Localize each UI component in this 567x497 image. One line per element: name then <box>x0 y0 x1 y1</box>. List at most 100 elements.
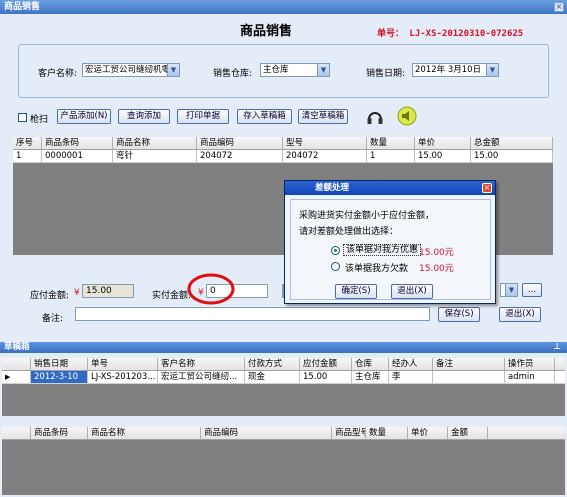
save-button[interactable]: 保存(S) <box>438 307 480 322</box>
date-label: 销售日期: <box>366 69 406 79</box>
col-header: 付款方式 <box>245 358 300 370</box>
row-pointer-icon: ▶ <box>2 371 31 383</box>
scan-label: 枪扫 <box>30 115 49 125</box>
col-header: 商品编码 <box>201 427 332 439</box>
col-header: 单价 <box>408 427 448 439</box>
query-add-button[interactable]: 查询添加 <box>118 109 170 124</box>
debt-option-label[interactable]: 该单据我方欠款 <box>345 261 408 274</box>
clear-draft-button[interactable]: 清空草稿箱 <box>298 109 348 124</box>
cell[interactable]: admin <box>505 371 555 383</box>
cell[interactable] <box>433 371 505 383</box>
cell[interactable]: 1 <box>367 150 415 162</box>
col-header: 数量 <box>367 137 415 149</box>
cell[interactable]: 李 <box>389 371 433 383</box>
headphones-icon[interactable] <box>366 108 384 126</box>
cell[interactable]: 15.00 <box>300 371 352 383</box>
pin-icon[interactable]: ⊥ <box>553 342 561 353</box>
payment-select[interactable]: ▼ <box>500 283 518 297</box>
discount-option-label[interactable]: 该单据对我方优惠 <box>343 244 422 256</box>
cell[interactable]: LJ-XS-201203... <box>88 371 158 383</box>
debt-amount: 15.00元 <box>419 264 454 274</box>
col-header: 仓库 <box>352 358 389 370</box>
warehouse-select[interactable]: 主仓库 ▼ <box>260 63 330 77</box>
date-picker[interactable]: 2012年 3月10日 ▼ <box>412 63 499 77</box>
highlight-circle <box>186 271 236 307</box>
col-header: 金额 <box>448 427 488 439</box>
col-header: 商品条码 <box>31 427 88 439</box>
window-title: 商品销售 <box>4 2 41 12</box>
col-header: 单号 <box>88 358 158 370</box>
discount-amount: 15.00元 <box>419 248 454 258</box>
col-header: 商品条码 <box>42 137 113 149</box>
col-header: 单价 <box>415 137 471 149</box>
warehouse-value: 主仓库 <box>263 65 289 75</box>
detail-table-header: 商品条码 商品名称 商品编码 商品型号 数量 单价 金额 <box>2 427 565 440</box>
currency-icon: ¥ <box>74 288 80 298</box>
table-row[interactable]: 1 0000001 弯针 204072 204072 1 15.00 15.00 <box>13 150 553 163</box>
payable-label: 应付金额: <box>30 291 70 301</box>
remark-label: 备注: <box>42 314 64 324</box>
col-header: 商品编码 <box>197 137 283 149</box>
exit-button[interactable]: 退出(X) <box>499 307 541 322</box>
chevron-down-icon[interactable]: ▼ <box>486 64 498 76</box>
col-header: 操作员 <box>505 358 555 370</box>
cell[interactable]: 现金 <box>245 371 300 383</box>
discount-radio[interactable] <box>331 246 340 255</box>
scan-checkbox[interactable] <box>18 113 27 122</box>
col-header: 商品型号 <box>332 427 366 439</box>
col-header: 序号 <box>13 137 42 149</box>
chevron-down-icon[interactable]: ▼ <box>505 284 517 296</box>
cell[interactable]: 弯针 <box>113 150 197 162</box>
more-button[interactable]: ... <box>522 283 542 297</box>
cell[interactable]: 1 <box>13 150 42 162</box>
row-header-corner <box>2 358 31 370</box>
difference-dialog: 差额处理 × 采购进货实付金额小于应付金额， 请对差额处理做出选择： 该单据对我… <box>284 180 496 304</box>
col-header: 数量 <box>366 427 408 439</box>
speaker-icon[interactable] <box>396 106 418 126</box>
doc-number: 单号： LJ-XS-20120310-072625 <box>377 29 524 39</box>
col-header: 商品名称 <box>113 137 197 149</box>
col-header: 经办人 <box>389 358 433 370</box>
dialog-body: 采购进货实付金额小于应付金额， 请对差额处理做出选择： 该单据对我方优惠 15.… <box>290 199 491 300</box>
print-button[interactable]: 打印单据 <box>177 109 229 124</box>
drafts-table-header: 销售日期 单号 客户名称 付款方式 应付金额 仓库 经办人 备注 操作员 <box>2 358 565 371</box>
customer-value: 宏运工贸公司缝纫机零 <box>85 65 171 75</box>
cell[interactable]: 2012-3-10 <box>31 371 88 383</box>
col-header: 型号 <box>283 137 367 149</box>
chevron-down-icon[interactable]: ▼ <box>167 64 179 76</box>
save-draft-button[interactable]: 存入草稿箱 <box>237 109 292 124</box>
cell[interactable]: 204072 <box>197 150 283 162</box>
remark-input[interactable] <box>75 307 430 321</box>
cell[interactable]: 15.00 <box>415 150 471 162</box>
cell[interactable]: 宏运工贸公司缝纫... <box>158 371 245 383</box>
cell[interactable]: 0000001 <box>42 150 113 162</box>
payable-field: 15.00 <box>82 284 134 298</box>
chevron-down-icon[interactable]: ▼ <box>317 64 329 76</box>
close-icon[interactable]: × <box>554 2 564 12</box>
drafts-title: 草稿箱 <box>4 342 30 352</box>
debt-radio[interactable] <box>331 262 340 271</box>
row-header-corner <box>2 427 31 439</box>
drafts-table: 销售日期 单号 客户名称 付款方式 应付金额 仓库 经办人 备注 操作员 ▶ 2… <box>2 358 565 416</box>
col-header: 应付金额 <box>300 358 352 370</box>
cancel-button[interactable]: 退出(X) <box>391 284 433 299</box>
cell[interactable]: 204072 <box>283 150 367 162</box>
cell[interactable]: 主仓库 <box>352 371 389 383</box>
page-title: 商品销售 <box>240 24 293 39</box>
drafts-titlebar: 草稿箱 ⊥ <box>0 342 567 353</box>
dialog-message-1: 采购进货实付金额小于应付金额， <box>299 211 435 221</box>
col-header: 销售日期 <box>31 358 88 370</box>
warehouse-label: 销售仓库: <box>213 69 253 79</box>
table-row[interactable]: ▶ 2012-3-10 LJ-XS-201203... 宏运工贸公司缝纫... … <box>2 371 565 384</box>
col-header: 客户名称 <box>158 358 245 370</box>
customer-label: 客户名称: <box>38 69 78 79</box>
col-header: 总金额 <box>471 137 553 149</box>
detail-table: 商品条码 商品名称 商品编码 商品型号 数量 单价 金额 <box>2 427 565 495</box>
close-icon[interactable]: × <box>482 183 492 193</box>
customer-select[interactable]: 宏运工贸公司缝纫机零 ▼ <box>82 63 180 77</box>
items-table-header: 序号 商品条码 商品名称 商品编码 型号 数量 单价 总金额 <box>13 137 553 150</box>
add-product-button[interactable]: 产品添加(N) <box>57 109 111 124</box>
cell[interactable]: 15.00 <box>471 150 553 162</box>
date-value: 2012年 3月10日 <box>415 65 482 75</box>
confirm-button[interactable]: 确定(S) <box>335 284 377 299</box>
